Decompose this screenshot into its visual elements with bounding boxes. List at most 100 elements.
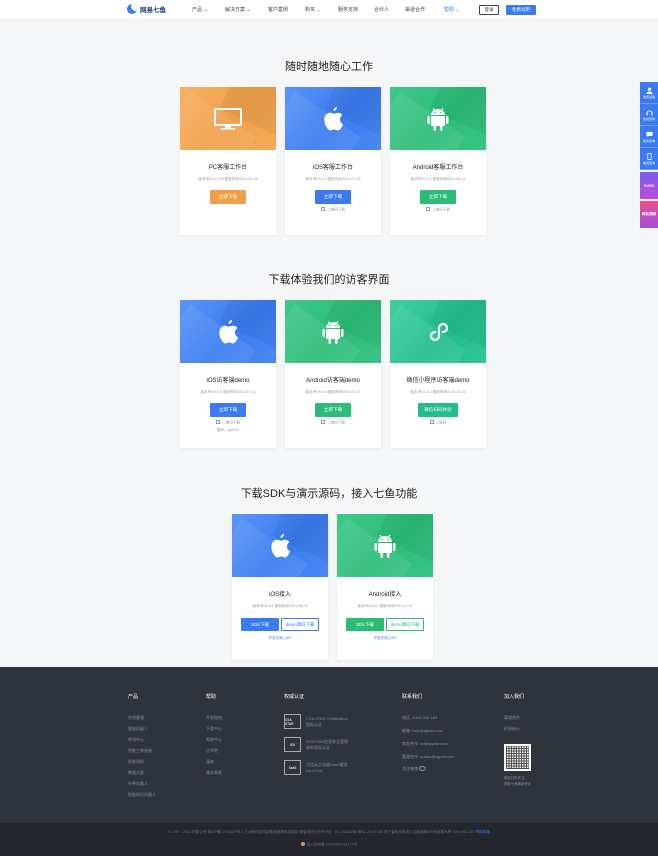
footer-link[interactable]: 在线客服 [128, 715, 144, 721]
iso-badge-icon: ISO [284, 737, 301, 752]
qr-download-link[interactable]: 二维码下载 [390, 207, 486, 213]
card-hero [285, 87, 381, 150]
footer-link[interactable]: 红学院 [206, 748, 218, 754]
qr-caption: 微信扫码关注 [504, 776, 525, 780]
footer-link[interactable]: 招贤纳士 [504, 726, 520, 732]
sdk-download-button[interactable]: SDK下载 [346, 618, 384, 631]
card-version: 版本号V6.6.0 更新时间2021-07-13 [357, 604, 413, 608]
password-hint: 密码：qy2022 [216, 427, 240, 432]
float-free-trial[interactable]: 免费试用 [640, 82, 658, 104]
free-trial-button[interactable]: 免费试用 [506, 5, 536, 15]
card-title: iOS访客端demo [206, 378, 250, 384]
sdk-download-button[interactable]: SDK下载 [241, 618, 279, 631]
footer-head-join: 加入我们 [504, 694, 525, 700]
download-button[interactable]: 立即下载 [420, 190, 456, 204]
top-nav: 网易七鱼 产品 ⌄ 解决方案 ⌄ 客户案例 购买 ⌄ 服务支持 合伙人 渠道合作… [0, 0, 658, 20]
section-title-sdk: 下载SDK与演示源码，接入七鱼功能 [240, 488, 418, 500]
card-miniprogram-demo: 微信小程序访客端demo 版本号V1.0.2 更新时间2019-10-15 微信… [390, 300, 486, 448]
demo-source-button[interactable]: demo源码下载 [386, 618, 424, 631]
report-link[interactable]: 举报邮箱 [475, 830, 489, 834]
footer-link[interactable]: 开发指南 [206, 715, 222, 721]
qr-code-icon [429, 420, 434, 424]
float-promo-survey[interactable]: 有奖调研 [640, 201, 658, 228]
footer-link[interactable]: 外呼机器人 [128, 781, 148, 787]
right-float-bar: 免费试用 在线咨询 留言咨询 电话咨询 ¥1000 有奖调研 [640, 82, 658, 228]
float-message[interactable]: 留言咨询 [640, 126, 658, 148]
footer-link[interactable]: 智能知识机器人 [128, 792, 156, 798]
qr-caption: 获取七鱼最新资讯 [504, 782, 532, 786]
float-online-consult[interactable]: 在线咨询 [640, 104, 658, 126]
footer-link[interactable]: 服务条款 [206, 770, 222, 776]
menu-item-channel[interactable]: 渠道合作 [405, 6, 425, 13]
card-version: 版本号V6.0.0 更新时间2021-07-13 [200, 390, 256, 394]
download-button[interactable]: 立即下载 [315, 190, 351, 204]
footer-link[interactable]: 智能工单系统 [128, 748, 152, 754]
follow-weibo[interactable]: 关注微博 [402, 766, 427, 772]
card-android-sdk: Android接入 版本号V6.6.0 更新时间2021-07-13 SDK下载… [337, 514, 433, 660]
logo[interactable]: 网易七鱼 [127, 4, 166, 14]
menu-item-partner[interactable]: 合伙人 [374, 6, 389, 13]
wechat-qr-code [504, 744, 531, 771]
download-button[interactable]: 立即下载 [315, 403, 351, 417]
menu-item-support[interactable]: 服务支持 [338, 6, 358, 13]
dev-links[interactable]: 开发手册 | API [337, 636, 433, 641]
contact-email[interactable]: 邮箱: help@qiyukf.com [402, 728, 443, 734]
card-hero [180, 300, 276, 363]
cert-desc: 体系国际认证 [306, 745, 330, 750]
card-hero [180, 87, 276, 150]
footer-link[interactable]: 数据大屏 [128, 770, 144, 776]
footer-head-help: 帮助 [206, 694, 217, 700]
wechat-scan-button[interactable]: 微信扫码体验 [418, 403, 458, 417]
card-ios-workbench: iOS客服工作台 版本号V4.2.0 更新时间2021-07-15 立即下载 二… [285, 87, 381, 235]
demo-source-button[interactable]: demo源码下载 [281, 618, 319, 631]
contact-channel[interactable]: 渠道合作: qudao@qiyukf.com [402, 754, 455, 760]
card-version: 版本号V1.0.2 更新时间2019-10-15 [410, 390, 466, 394]
float-promo-coupon[interactable]: ¥1000 [640, 172, 658, 199]
card-title: iOS客服工作台 [312, 165, 353, 171]
footer-link[interactable]: 呼叫中心 [128, 737, 144, 743]
menu-item-solutions[interactable]: 解决方案 ⌄ [225, 6, 251, 13]
user-icon [645, 87, 653, 94]
footer-link[interactable]: 媒体 [206, 759, 214, 765]
footer-head-products: 产品 [128, 694, 139, 700]
sdk-button-group: SDK下载 demo源码下载 [232, 618, 328, 631]
android-icon [322, 320, 344, 344]
csa-star-badge-icon: CSA STAR [284, 714, 301, 729]
copyright-bar [0, 823, 658, 856]
card-version: 版本号V4.2.0 更新时间2021-07-15 [305, 177, 361, 181]
contact-phone: 电话: 4009-000-163 [402, 715, 438, 720]
footer-link[interactable]: 智能质检 [128, 759, 144, 765]
police-record[interactable]: 浙公网安备 33010802012177号 [0, 842, 658, 848]
qr-code-link[interactable]: 二维码 [390, 420, 486, 426]
section-title-visitor: 下载体验我们的访客界面 [268, 274, 390, 286]
qr-download-link[interactable]: 二维码下载 [180, 420, 276, 426]
mini-program-icon [429, 322, 449, 341]
float-phone[interactable]: 电话咨询 [640, 148, 658, 170]
footer-link[interactable]: 帮助中心 [206, 737, 222, 743]
card-android-workbench: Android客服工作台 版本号V4.2.1 更新时间2021-08-11 立即… [390, 87, 486, 235]
card-pc-workbench: PC客服工作台 版本号V4.2.230 更新时间2021-06-28 立即下载 [180, 87, 276, 235]
section-title-work: 随时随地随心工作 [285, 61, 373, 73]
footer-link[interactable]: 渠道合作 [504, 715, 520, 721]
login-button[interactable]: 登录 [479, 5, 499, 15]
download-button[interactable]: 立即下载 [210, 403, 246, 417]
menu-item-cases[interactable]: 客户案例 [268, 6, 288, 13]
qr-download-link[interactable]: 二维码下载 [285, 207, 381, 213]
qr-code-icon [321, 420, 326, 424]
footer-head-certs: 权威认证 [284, 694, 305, 700]
weibo-icon [419, 766, 427, 771]
footer-link[interactable]: 智能机器人 [128, 726, 148, 732]
menu-item-products[interactable]: 产品 ⌄ [192, 6, 208, 13]
download-button[interactable]: 立即下载 [210, 190, 246, 204]
desktop-icon [214, 107, 242, 130]
menu-item-help[interactable]: 帮助 ⌄ [444, 6, 460, 13]
card-version: 版本号V4.2.230 更新时间2021-06-28 [198, 177, 258, 181]
contact-business[interactable]: 商务合作: bd@qiyukf.com [402, 741, 448, 747]
apple-icon [219, 319, 238, 343]
menu-item-buy[interactable]: 购买 ⌄ [305, 6, 321, 13]
card-title: Android接入 [368, 592, 402, 598]
card-title: Android客服工作台 [412, 165, 464, 171]
dev-links[interactable]: 开发手册 | API [232, 636, 328, 641]
qr-download-link[interactable]: 二维码下载 [285, 420, 381, 426]
footer-link[interactable]: 下载中心 [206, 726, 222, 732]
